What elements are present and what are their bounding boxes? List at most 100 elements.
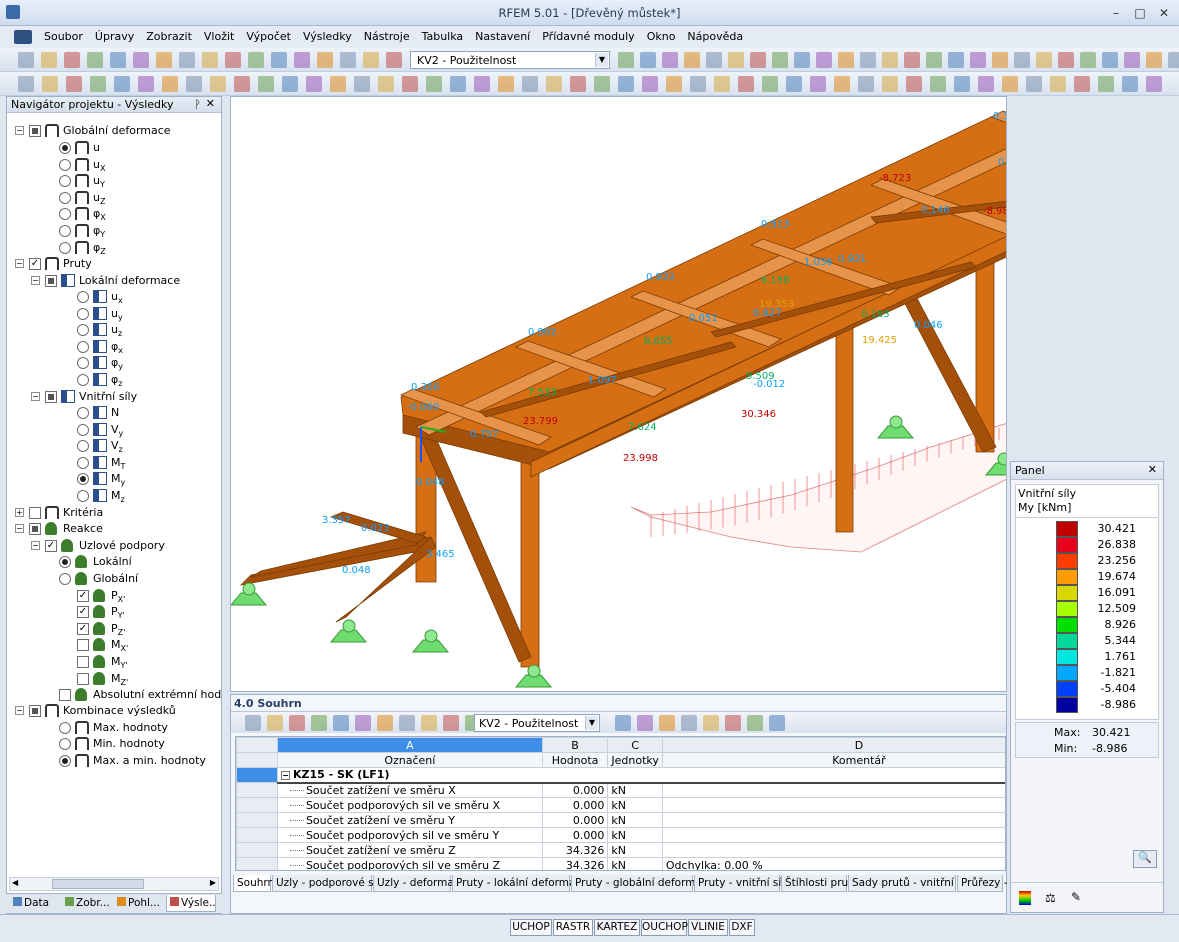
status-toggle[interactable]: KARTEZ [594, 919, 640, 936]
toolbar-tool-icon[interactable] [926, 52, 942, 68]
navigator-hscroll[interactable]: ◀ ▶ [9, 877, 219, 891]
radio-button[interactable] [77, 324, 89, 336]
scale-icon[interactable]: ⚖ [1045, 891, 1056, 905]
toolbar-tool-icon[interactable] [110, 52, 126, 68]
table-row[interactable]: Součet podporových sil ve směru X 0.000 kN [236, 797, 1005, 813]
close-icon[interactable]: ✕ [206, 97, 215, 110]
row-header[interactable] [236, 827, 278, 843]
radio-button[interactable] [59, 738, 71, 750]
toolbar-tool-icon[interactable] [570, 76, 586, 92]
toolbar-tool-icon[interactable] [450, 76, 466, 92]
checkbox[interactable] [29, 705, 41, 717]
toolbar-tool-icon[interactable] [690, 76, 706, 92]
checkbox[interactable] [77, 639, 89, 651]
tree-item[interactable]: Min. hodnoty [7, 736, 221, 752]
tree-item[interactable]: φX [7, 206, 221, 222]
checkbox[interactable]: ✓ [77, 590, 89, 602]
toolbar-tool-icon[interactable] [728, 52, 744, 68]
toolbar-tool-icon[interactable] [594, 76, 610, 92]
results-tab[interactable]: Uzly - podporové síly [272, 875, 386, 892]
checkbox[interactable]: ✓ [45, 540, 57, 552]
toolbar-tool-icon[interactable] [234, 76, 250, 92]
toolbar-tool-icon[interactable] [858, 76, 874, 92]
navigator-tab[interactable]: Pohl... [114, 895, 164, 912]
menu-item[interactable]: Nástroje [358, 30, 416, 43]
results-tool-icon[interactable] [637, 715, 653, 731]
checkbox[interactable]: ✓ [77, 606, 89, 618]
checkbox[interactable] [45, 275, 57, 287]
toolbar-tool-icon[interactable] [738, 76, 754, 92]
tree-item[interactable]: + Kritéria [7, 505, 221, 521]
results-tool-icon[interactable] [355, 715, 371, 731]
tree-item[interactable]: MZ' [7, 671, 221, 687]
results-tool-icon[interactable] [333, 715, 349, 731]
collapse-icon[interactable]: − [15, 126, 24, 135]
tree-item[interactable]: − ✓ Uzlové podpory [7, 538, 221, 554]
radio-button[interactable] [77, 308, 89, 320]
toolbar-tool-icon[interactable] [42, 76, 58, 92]
checkbox[interactable] [77, 656, 89, 668]
tree-item[interactable]: − Reakce [7, 521, 221, 537]
toolbar-tool-icon[interactable] [402, 76, 418, 92]
menu-item[interactable]: Nastavení [469, 30, 536, 43]
results-tool-icon[interactable] [681, 715, 697, 731]
radio-button[interactable] [59, 159, 71, 171]
toolbar-tool-icon[interactable] [114, 76, 130, 92]
results-tool-icon[interactable] [615, 715, 631, 731]
collapse-icon[interactable]: − [15, 524, 24, 533]
toolbar-tool-icon[interactable] [1146, 52, 1162, 68]
toolbar-tool-icon[interactable] [816, 52, 832, 68]
checkbox[interactable]: ✓ [29, 258, 41, 270]
tree-item[interactable]: uy [7, 306, 221, 322]
radio-button[interactable] [77, 424, 89, 436]
results-tool-icon[interactable] [421, 715, 437, 731]
tree-item[interactable]: uZ [7, 190, 221, 206]
results-tab[interactable]: Štíhlosti prutů [781, 875, 859, 892]
results-tab[interactable]: Pruty - globální deformace [571, 875, 714, 892]
toolbar-tool-icon[interactable] [87, 52, 103, 68]
label-cell[interactable]: Součet podporových sil ve směru Z [276, 857, 543, 870]
zoom-button[interactable]: 🔍 [1133, 850, 1157, 868]
value-cell[interactable]: 34.326 [541, 857, 609, 870]
radio-button[interactable] [77, 341, 89, 353]
toolbar-tool-icon[interactable] [1036, 52, 1052, 68]
toolbar-tool-icon[interactable] [340, 52, 356, 68]
toolbar-tool-icon[interactable] [156, 52, 172, 68]
toolbar-tool-icon[interactable] [860, 52, 876, 68]
tree-item[interactable]: φZ [7, 240, 221, 256]
radio-button[interactable] [59, 556, 71, 568]
loadcase-combo[interactable]: KV2 - Použitelnost ▼ [410, 51, 610, 69]
toolbar-tool-icon[interactable] [474, 76, 490, 92]
menu-item[interactable]: Zobrazit [140, 30, 198, 43]
toolbar-tool-icon[interactable] [1026, 76, 1042, 92]
table-row[interactable]: Součet podporových sil ve směru Z 34.326 k… [236, 857, 1005, 870]
comment-cell[interactable]: Odchylka: 0.00 % [661, 857, 1005, 870]
row-header[interactable] [236, 857, 278, 870]
tree-item[interactable]: N [7, 405, 221, 421]
status-toggle[interactable]: RASTR [553, 919, 593, 936]
tree-item[interactable]: − Vnitřní síly [7, 389, 221, 405]
results-tool-icon[interactable] [267, 715, 283, 731]
toolbar-tool-icon[interactable] [762, 76, 778, 92]
checkbox[interactable] [29, 507, 41, 519]
radio-button[interactable] [59, 225, 71, 237]
column-header[interactable]: Hodnota [541, 752, 609, 768]
collapse-icon[interactable]: − [15, 259, 24, 268]
row-header[interactable] [236, 812, 278, 828]
toolbar-tool-icon[interactable] [354, 76, 370, 92]
maximize-button[interactable]: □ [1129, 4, 1151, 22]
comment-cell[interactable] [661, 842, 1005, 858]
comment-cell[interactable] [661, 812, 1005, 828]
value-cell[interactable]: 0.000 [541, 827, 609, 843]
toolbar-tool-icon[interactable] [18, 52, 34, 68]
toolbar-tool-icon[interactable] [906, 76, 922, 92]
collapse-icon[interactable]: − [280, 771, 290, 781]
toolbar-tool-icon[interactable] [772, 52, 788, 68]
toolbar-tool-icon[interactable] [640, 52, 656, 68]
toolbar-tool-icon[interactable] [662, 52, 678, 68]
tree-item[interactable]: ✓ PZ' [7, 621, 221, 637]
toolbar-tool-icon[interactable] [330, 76, 346, 92]
table-row[interactable]: Součet zatížení ve směru Y 0.000 kN [236, 812, 1005, 828]
tree-item[interactable]: Vy [7, 422, 221, 438]
checkbox[interactable] [29, 125, 41, 137]
